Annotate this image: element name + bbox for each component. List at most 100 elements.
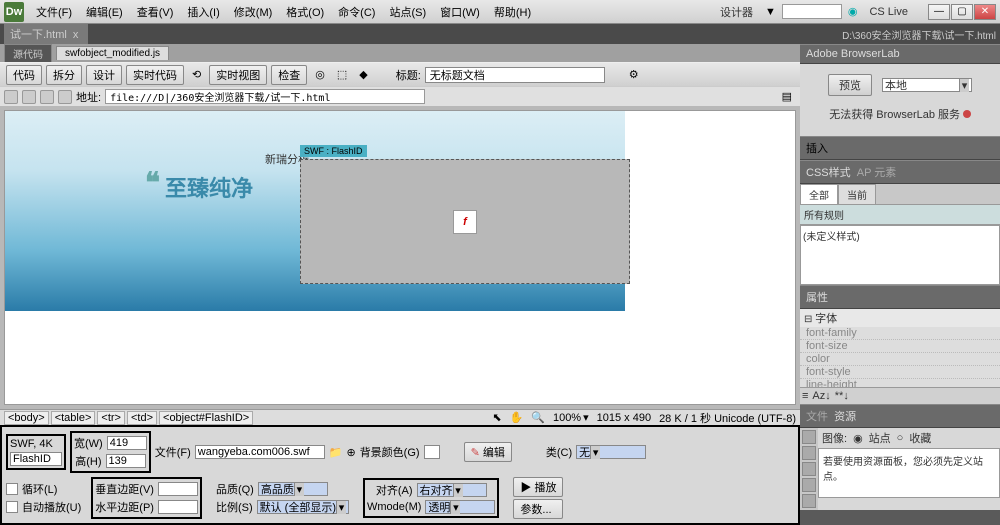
- autoplay-checkbox[interactable]: [6, 501, 18, 513]
- tag-tr[interactable]: <tr>: [97, 411, 125, 425]
- radio-icon-2[interactable]: ○: [897, 432, 904, 444]
- zoom-tool-icon[interactable]: 🔍: [531, 411, 545, 424]
- res-mov-icon[interactable]: [802, 494, 816, 508]
- menu-view[interactable]: 查看(V): [131, 2, 180, 22]
- menu-modify[interactable]: 修改(M): [228, 2, 279, 22]
- res-color-icon[interactable]: [802, 446, 816, 460]
- tab-label: 试一下.html: [10, 29, 67, 41]
- css-current-tab[interactable]: 当前: [838, 184, 876, 204]
- designer-dropdown[interactable]: 设计器: [714, 2, 759, 22]
- menu-window[interactable]: 窗口(W): [434, 2, 486, 22]
- menu-edit[interactable]: 编辑(E): [80, 2, 129, 22]
- edit-button[interactable]: ✎ 编辑: [464, 442, 512, 462]
- img-label: 图像:: [822, 430, 847, 446]
- tool-icon-2[interactable]: ⬚: [333, 68, 351, 81]
- ref-icon[interactable]: ⟲: [188, 68, 205, 81]
- tag-td[interactable]: <td>: [127, 411, 157, 425]
- prop-id-input[interactable]: [10, 452, 62, 466]
- align-select[interactable]: 右对齐▾: [417, 483, 487, 497]
- attr-icon-1[interactable]: ≡: [802, 390, 808, 402]
- ap-tab[interactable]: AP 元素: [857, 164, 897, 180]
- menu-help[interactable]: 帮助(H): [488, 2, 537, 22]
- preview-button[interactable]: 预览: [828, 74, 872, 96]
- files-tab[interactable]: 文件: [806, 408, 828, 424]
- maximize-button[interactable]: ▢: [951, 4, 973, 20]
- tool-icon-4[interactable]: ⚙: [629, 68, 639, 81]
- split-view-button[interactable]: 拆分: [46, 65, 82, 85]
- point-icon[interactable]: ⊕: [346, 446, 355, 459]
- top-right-controls: 设计器▼ ◉ CS Live — ▢ ✕: [714, 2, 996, 22]
- local-select[interactable]: 本地▾: [882, 78, 972, 92]
- prop-w-input[interactable]: [107, 436, 147, 450]
- hand-tool-icon[interactable]: ✋: [510, 411, 524, 424]
- folder-icon[interactable]: 📁: [329, 446, 343, 459]
- res-flash-icon[interactable]: [802, 478, 816, 492]
- browserlab-header[interactable]: Adobe BrowserLab: [800, 44, 1000, 64]
- related-file-tab[interactable]: swfobject_modified.js: [56, 46, 169, 60]
- prop-loop-label: 循环(L): [22, 481, 57, 497]
- prop-class-select[interactable]: 无▾: [576, 445, 646, 459]
- window-size[interactable]: 1015 x 490: [597, 412, 651, 424]
- menu-site[interactable]: 站点(S): [383, 2, 432, 22]
- home-icon[interactable]: [58, 90, 72, 104]
- minimize-button[interactable]: —: [928, 4, 950, 20]
- wmode-select[interactable]: 透明▾: [425, 500, 495, 514]
- attr-icon-2[interactable]: Az↓: [812, 390, 830, 402]
- quality-select[interactable]: 高品质▾: [258, 482, 328, 496]
- design-view-button[interactable]: 设计: [86, 65, 122, 85]
- res-url-icon[interactable]: [802, 462, 816, 476]
- zoom-value[interactable]: 100%: [553, 412, 581, 424]
- menu-insert[interactable]: 插入(I): [181, 2, 225, 22]
- tag-body[interactable]: <body>: [4, 411, 49, 425]
- tag-table[interactable]: <table>: [51, 411, 96, 425]
- radio-icon[interactable]: ◉: [853, 432, 863, 445]
- chevron-down-icon[interactable]: ▾: [583, 411, 589, 424]
- hmargin-input[interactable]: [158, 500, 198, 514]
- rules-list[interactable]: (未定义样式): [800, 225, 1000, 285]
- back-icon[interactable]: [4, 90, 18, 104]
- swf-placeholder[interactable]: f: [300, 159, 630, 284]
- document-tab[interactable]: 试一下.html x: [4, 24, 88, 44]
- attr-header[interactable]: 属性: [800, 285, 1000, 309]
- prop-file-input[interactable]: [195, 445, 325, 459]
- address-input[interactable]: [105, 89, 425, 104]
- css-tab[interactable]: CSS样式: [806, 164, 851, 180]
- prop-h-input[interactable]: [106, 454, 146, 468]
- menu-file[interactable]: 文件(F): [30, 2, 78, 22]
- live-view-button[interactable]: 实时视图: [209, 65, 267, 85]
- menu-commands[interactable]: 命令(C): [332, 2, 381, 22]
- design-canvas[interactable]: ❝ 新瑞分析 至臻纯净 SWF : FlashID f: [4, 110, 796, 405]
- css-all-tab[interactable]: 全部: [800, 184, 838, 204]
- refresh-icon[interactable]: [40, 90, 54, 104]
- live-code-button[interactable]: 实时代码: [126, 65, 184, 85]
- source-code-tab[interactable]: 源代码: [4, 44, 52, 62]
- tool-icon-3[interactable]: ◆: [355, 68, 371, 81]
- tool-icon-1[interactable]: ◎: [311, 68, 329, 81]
- attr-icon-3[interactable]: **↓: [835, 390, 849, 402]
- tab-close-icon[interactable]: x: [73, 29, 79, 41]
- scale-label: 比例(S): [216, 499, 253, 515]
- addr-go-icon[interactable]: ▤: [782, 90, 792, 103]
- cslive-link[interactable]: CS Live: [863, 4, 914, 20]
- insert-panel-header[interactable]: 插入: [800, 136, 1000, 160]
- title-label: 标题:: [396, 67, 421, 83]
- close-button[interactable]: ✕: [974, 4, 996, 20]
- loop-checkbox[interactable]: [6, 483, 18, 495]
- bg-color-swatch[interactable]: [424, 445, 440, 459]
- params-button[interactable]: 参数...: [513, 499, 563, 519]
- title-input[interactable]: [425, 67, 605, 83]
- inspect-button[interactable]: 检查: [271, 65, 307, 85]
- res-img-icon[interactable]: [802, 430, 816, 444]
- play-button[interactable]: ▶ 播放: [513, 477, 563, 497]
- attr-list[interactable]: font-familyfont-sizecolorfont-styleline-…: [800, 327, 1000, 387]
- tag-object[interactable]: <object#FlashID>: [159, 411, 253, 425]
- search-input[interactable]: [782, 4, 842, 19]
- resources-tab[interactable]: 资源: [834, 408, 856, 424]
- tag-selector-bar: <body> <table> <tr> <td> <object#FlashID…: [0, 409, 800, 425]
- scale-select[interactable]: 默认 (全部显示)▾: [257, 500, 349, 514]
- forward-icon[interactable]: [22, 90, 36, 104]
- menu-format[interactable]: 格式(O): [280, 2, 330, 22]
- vmargin-input[interactable]: [158, 482, 198, 496]
- select-tool-icon[interactable]: ⬉: [492, 411, 501, 424]
- code-view-button[interactable]: 代码: [6, 65, 42, 85]
